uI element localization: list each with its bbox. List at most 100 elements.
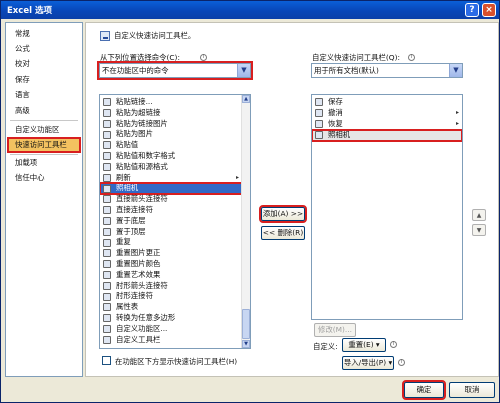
nav-divider: [10, 120, 78, 121]
list-item-label: 粘贴值和源格式: [116, 161, 168, 171]
list-item[interactable]: 刷新 ▸: [100, 173, 242, 184]
scroll-thumb[interactable]: [242, 309, 250, 339]
move-up-button[interactable]: ▲: [472, 209, 486, 221]
list-item[interactable]: 粘贴为超链接: [100, 108, 242, 119]
command-icon: [315, 98, 323, 107]
customize-toolbar-value: 用于所有文档(默认): [314, 66, 379, 75]
quick-access-listbox[interactable]: 保存 撤消 ▸ 恢复 ▸ 照相机: [311, 94, 463, 320]
list-item[interactable]: 自定义功能区...: [100, 324, 242, 335]
commands-scrollbar[interactable]: ▲ ▼: [241, 95, 250, 348]
customize-toolbar-label: 自定义快速访问工具栏(Q):: [312, 53, 400, 62]
list-item[interactable]: 粘贴为图片: [100, 129, 242, 140]
submenu-arrow-icon: ▸: [455, 120, 459, 127]
list-item[interactable]: 照相机: [100, 182, 243, 195]
command-icon: [103, 152, 111, 161]
list-item[interactable]: 属性表: [100, 302, 242, 313]
nav-item-customize-ribbon[interactable]: 自定义功能区: [6, 123, 82, 137]
command-icon: [103, 260, 111, 269]
list-item[interactable]: 自定义工具栏: [100, 335, 242, 346]
list-item[interactable]: 恢复 ▸: [312, 119, 462, 130]
command-icon: [103, 335, 111, 344]
cancel-button[interactable]: 取消: [449, 382, 495, 398]
command-icon: [103, 163, 111, 172]
list-item[interactable]: 重置艺术效果: [100, 270, 242, 281]
show-below-ribbon-checkbox[interactable]: [102, 356, 111, 365]
options-nav: 常规 公式 校对 保存 语言 高级 自定义功能区 快速访问工具栏 加载项 信任中…: [5, 22, 83, 377]
chevron-down-icon[interactable]: ▼: [449, 64, 462, 77]
nav-item-save[interactable]: 保存: [6, 73, 82, 87]
commands-listbox[interactable]: 粘贴链接... 粘贴为超链接 粘贴为链接图片 粘贴为图片 粘贴值 粘贴值和数字格式 粘贴值和…: [99, 94, 251, 349]
list-item-label: 重置艺术效果: [116, 269, 161, 279]
nav-item-advanced[interactable]: 高级: [6, 104, 82, 118]
choose-commands-value: 不在功能区中的命令: [102, 66, 169, 75]
heading-text: 自定义快速访问工具栏。: [114, 31, 196, 40]
list-item-label: 属性表: [116, 302, 139, 312]
list-item-label: 重复: [116, 237, 131, 247]
add-button[interactable]: 添加(A) >>: [259, 205, 307, 223]
command-icon: [103, 314, 111, 323]
command-icon: [103, 325, 111, 334]
list-item-label: 重置图片更正: [116, 248, 161, 258]
nav-item-formulas[interactable]: 公式: [6, 42, 82, 56]
nav-item-trust-center[interactable]: 信任中心: [6, 171, 82, 185]
nav-item-general[interactable]: 常规: [6, 27, 82, 41]
choose-commands-dropdown[interactable]: 不在功能区中的命令 ▼: [97, 61, 253, 80]
nav-item-proofing[interactable]: 校对: [6, 57, 82, 71]
content-pane: 自定义快速访问工具栏。 从下列位置选择命令(C): i 不在功能区中的命令 ▼ …: [85, 22, 499, 377]
section-heading: 自定义快速访问工具栏。: [100, 30, 195, 41]
list-item[interactable]: 直接连接符: [100, 205, 242, 216]
customize-toolbar-dropdown[interactable]: 用于所有文档(默认) ▼: [311, 63, 463, 78]
ok-button[interactable]: 确定: [402, 380, 446, 400]
title-bar: Excel 选项 ? ×: [1, 1, 499, 19]
command-icon: [315, 109, 323, 118]
list-item[interactable]: 重置图片更正: [100, 248, 242, 259]
list-item-label: 粘贴值和数字格式: [116, 151, 176, 160]
nav-item-add-ins[interactable]: 加载项: [6, 156, 82, 170]
chevron-down-icon[interactable]: ▼: [237, 64, 250, 77]
modify-button[interactable]: 修改(M)...: [314, 323, 356, 337]
scroll-down-icon[interactable]: ▼: [242, 340, 250, 348]
show-below-ribbon-label: 在功能区下方显示快速访问工具栏(H): [115, 357, 238, 366]
command-icon: [103, 249, 111, 258]
list-item[interactable]: 保存: [312, 97, 462, 108]
list-item-label: 自定义功能区...: [116, 323, 168, 333]
list-item[interactable]: 粘贴值和数字格式: [100, 151, 242, 162]
list-item[interactable]: 粘贴值和源格式: [100, 162, 242, 173]
list-item[interactable]: 转换为任意多边形: [100, 313, 242, 324]
remove-button[interactable]: << 删除(R): [261, 226, 305, 240]
command-icon: [103, 271, 111, 280]
list-item-label: 粘贴为图片: [116, 129, 153, 139]
submenu-arrow-icon: ▸: [455, 109, 459, 116]
list-item[interactable]: 照相机: [312, 129, 462, 142]
list-item[interactable]: 粘贴值: [100, 140, 242, 151]
excel-options-dialog: Excel 选项 ? × 常规 公式 校对 保存 语言 高级 自定义功能区 快速…: [0, 0, 500, 403]
list-item[interactable]: 置于底层: [100, 216, 242, 227]
list-item[interactable]: 撤消 ▸: [312, 108, 462, 119]
list-item-label: 照相机: [116, 183, 139, 193]
import-export-button[interactable]: 导入/导出(P) ▾: [342, 356, 394, 370]
info-icon: i: [390, 341, 397, 348]
reset-button[interactable]: 重置(E) ▾: [342, 338, 386, 352]
list-item[interactable]: 重置图片颜色: [100, 259, 242, 270]
command-icon: [103, 109, 111, 118]
close-button[interactable]: ×: [482, 3, 496, 17]
list-item[interactable]: 肘形箭头连接符: [100, 281, 242, 292]
command-icon: [103, 141, 111, 150]
list-item[interactable]: 肘形连接符: [100, 291, 242, 302]
command-icon: [103, 292, 111, 301]
list-item[interactable]: 置于顶层: [100, 227, 242, 238]
command-icon: [315, 120, 323, 129]
help-button[interactable]: ?: [465, 3, 479, 17]
list-item[interactable]: 直接箭头连接符: [100, 194, 242, 205]
list-item-label: 肘形箭头连接符: [116, 280, 168, 290]
move-down-button[interactable]: ▼: [472, 224, 486, 236]
scroll-up-icon[interactable]: ▲: [242, 95, 250, 103]
list-item[interactable]: 粘贴为链接图片: [100, 119, 242, 130]
command-icon: [103, 119, 111, 128]
nav-item-language[interactable]: 语言: [6, 88, 82, 102]
info-icon: i: [398, 359, 405, 366]
list-item[interactable]: 粘贴链接...: [100, 97, 242, 108]
list-item[interactable]: 重复: [100, 237, 242, 248]
window-title: Excel 选项: [7, 6, 52, 16]
nav-item-quick-access-toolbar[interactable]: 快速访问工具栏: [7, 137, 81, 153]
